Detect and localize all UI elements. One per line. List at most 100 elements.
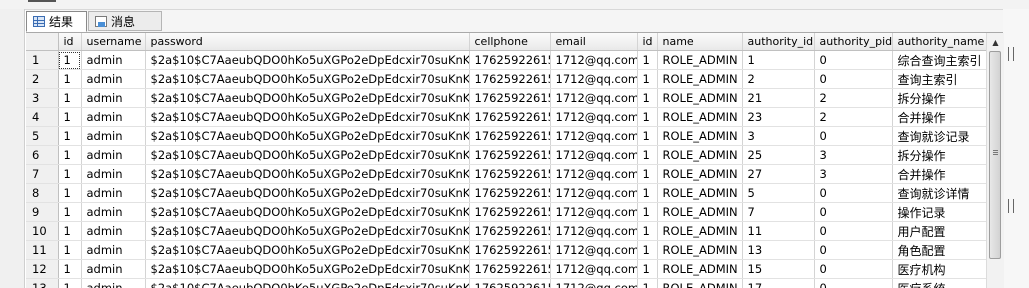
cell-email[interactable]: 1712@qq.com <box>550 164 638 184</box>
cell-password[interactable]: $2a$10$C7AaeubQDO0hKo5uXGPo2eDpEdcxir70s… <box>145 164 470 184</box>
cell-n[interactable]: 6 <box>26 145 59 165</box>
cell-authority-pid[interactable]: 2 <box>814 88 893 108</box>
cell-username[interactable]: admin <box>81 69 146 89</box>
column-header-col-authority-pid[interactable]: authority_pid <box>814 33 893 51</box>
table-row[interactable]: 5 1 admin $2a$10$C7AaeubQDO0hKo5uXGPo2eDpEd… <box>26 126 986 146</box>
cell-id[interactable]: 1 <box>58 107 82 127</box>
cell-username[interactable]: admin <box>81 164 146 184</box>
cell-authority-pid[interactable]: 3 <box>814 145 893 165</box>
cell-cellphone[interactable]: 17625922615 <box>469 88 551 108</box>
cell-n[interactable]: 13 <box>26 278 59 288</box>
cell-id[interactable]: 1 <box>58 126 82 146</box>
cell-id[interactable]: 1 <box>58 221 82 241</box>
cell-authority-pid[interactable]: 0 <box>814 183 893 203</box>
cell-password[interactable]: $2a$10$C7AaeubQDO0hKo5uXGPo2eDpEdcxir70s… <box>145 107 470 127</box>
cell-password[interactable]: $2a$10$C7AaeubQDO0hKo5uXGPo2eDpEdcxir70s… <box>145 88 470 108</box>
cell-name[interactable]: ROLE_ADMIN <box>657 202 743 222</box>
cell-authority-id[interactable]: 1 <box>742 50 815 70</box>
cell-cellphone[interactable]: 17625922615 <box>469 50 551 70</box>
cell-n[interactable]: 1 <box>26 50 59 70</box>
cell-password[interactable]: $2a$10$C7AaeubQDO0hKo5uXGPo2eDpEdcxir70s… <box>145 50 470 70</box>
cell-authority-name[interactable]: 医疗系统 <box>892 278 986 288</box>
cell-name[interactable]: ROLE_ADMIN <box>657 69 743 89</box>
column-header-col-password[interactable]: password <box>145 33 470 51</box>
cell-authority-name[interactable]: 操作记录 <box>892 202 986 222</box>
cell-rid[interactable]: 1 <box>637 126 658 146</box>
cell-name[interactable]: ROLE_ADMIN <box>657 259 743 279</box>
cell-cellphone[interactable]: 17625922615 <box>469 183 551 203</box>
cell-email[interactable]: 1712@qq.com <box>550 240 638 260</box>
cell-id[interactable]: 1 <box>58 240 82 260</box>
tab-messages[interactable]: 消息 <box>88 11 162 31</box>
cell-username[interactable]: admin <box>81 107 146 127</box>
cell-password[interactable]: $2a$10$C7AaeubQDO0hKo5uXGPo2eDpEdcxir70s… <box>145 240 470 260</box>
table-row[interactable]: 6 1 admin $2a$10$C7AaeubQDO0hKo5uXGPo2eDpEd… <box>26 145 986 165</box>
cell-cellphone[interactable]: 17625922615 <box>469 164 551 184</box>
cell-password[interactable]: $2a$10$C7AaeubQDO0hKo5uXGPo2eDpEdcxir70s… <box>145 278 470 288</box>
cell-authority-id[interactable]: 13 <box>742 240 815 260</box>
cell-authority-id[interactable]: 5 <box>742 183 815 203</box>
cell-authority-id[interactable]: 27 <box>742 164 815 184</box>
table-row[interactable]: 9 1 admin $2a$10$C7AaeubQDO0hKo5uXGPo2eDpEd… <box>26 202 986 222</box>
cell-cellphone[interactable]: 17625922615 <box>469 221 551 241</box>
cell-authority-pid[interactable]: 0 <box>814 221 893 241</box>
cell-name[interactable]: ROLE_ADMIN <box>657 183 743 203</box>
cell-name[interactable]: ROLE_ADMIN <box>657 221 743 241</box>
cell-name[interactable]: ROLE_ADMIN <box>657 164 743 184</box>
cell-authority-pid[interactable]: 0 <box>814 126 893 146</box>
cell-name[interactable]: ROLE_ADMIN <box>657 126 743 146</box>
cell-rid[interactable]: 1 <box>637 69 658 89</box>
cell-cellphone[interactable]: 17625922615 <box>469 278 551 288</box>
cell-n[interactable]: 9 <box>26 202 59 222</box>
cell-email[interactable]: 1712@qq.com <box>550 183 638 203</box>
cell-authority-name[interactable]: 拆分操作 <box>892 145 986 165</box>
cell-username[interactable]: admin <box>81 145 146 165</box>
column-header-col-cellphone[interactable]: cellphone <box>469 33 551 51</box>
cell-email[interactable]: 1712@qq.com <box>550 221 638 241</box>
cell-rid[interactable]: 1 <box>637 88 658 108</box>
cell-authority-id[interactable]: 2 <box>742 69 815 89</box>
cell-authority-pid[interactable]: 0 <box>814 69 893 89</box>
cell-authority-pid[interactable]: 0 <box>814 240 893 260</box>
cell-id[interactable]: 1 <box>58 183 82 203</box>
cell-authority-id[interactable]: 7 <box>742 202 815 222</box>
cell-name[interactable]: ROLE_ADMIN <box>657 278 743 288</box>
scroll-thumb[interactable] <box>989 51 1001 259</box>
cell-cellphone[interactable]: 17625922615 <box>469 202 551 222</box>
cell-n[interactable]: 2 <box>26 69 59 89</box>
cell-name[interactable]: ROLE_ADMIN <box>657 107 743 127</box>
splitter-grip-lower[interactable] <box>1008 199 1014 213</box>
cell-password[interactable]: $2a$10$C7AaeubQDO0hKo5uXGPo2eDpEdcxir70s… <box>145 221 470 241</box>
table-row[interactable]: 10 1 admin $2a$10$C7AaeubQDO0hKo5uXGPo2eDpE… <box>26 221 986 241</box>
cell-name[interactable]: ROLE_ADMIN <box>657 145 743 165</box>
cell-n[interactable]: 3 <box>26 88 59 108</box>
cell-email[interactable]: 1712@qq.com <box>550 107 638 127</box>
cell-cellphone[interactable]: 17625922615 <box>469 259 551 279</box>
cell-password[interactable]: $2a$10$C7AaeubQDO0hKo5uXGPo2eDpEdcxir70s… <box>145 69 470 89</box>
tab-results[interactable]: 结果 <box>26 11 87 32</box>
cell-n[interactable]: 8 <box>26 183 59 203</box>
cell-authority-id[interactable]: 3 <box>742 126 815 146</box>
cell-username[interactable]: admin <box>81 240 146 260</box>
column-header-col-authority-name[interactable]: authority_name <box>892 33 986 51</box>
column-header-col-authority-id[interactable]: authority_id <box>742 33 815 51</box>
cell-authority-id[interactable]: 23 <box>742 107 815 127</box>
cell-authority-name[interactable]: 拆分操作 <box>892 88 986 108</box>
cell-id[interactable]: 1 <box>58 145 82 165</box>
splitter-grip[interactable] <box>1008 47 1014 61</box>
cell-authority-pid[interactable]: 0 <box>814 278 893 288</box>
cell-cellphone[interactable]: 17625922615 <box>469 145 551 165</box>
cell-email[interactable]: 1712@qq.com <box>550 88 638 108</box>
table-row[interactable]: 3 1 admin $2a$10$C7AaeubQDO0hKo5uXGPo2eDpEd… <box>26 88 986 108</box>
cell-email[interactable]: 1712@qq.com <box>550 145 638 165</box>
cell-email[interactable]: 1712@qq.com <box>550 202 638 222</box>
cell-authority-pid[interactable]: 0 <box>814 259 893 279</box>
cell-n[interactable]: 11 <box>26 240 59 260</box>
cell-password[interactable]: $2a$10$C7AaeubQDO0hKo5uXGPo2eDpEdcxir70s… <box>145 259 470 279</box>
cell-cellphone[interactable]: 17625922615 <box>469 240 551 260</box>
cell-authority-name[interactable]: 合并操作 <box>892 164 986 184</box>
cell-rid[interactable]: 1 <box>637 183 658 203</box>
cell-username[interactable]: admin <box>81 202 146 222</box>
cell-authority-id[interactable]: 15 <box>742 259 815 279</box>
cell-cellphone[interactable]: 17625922615 <box>469 69 551 89</box>
